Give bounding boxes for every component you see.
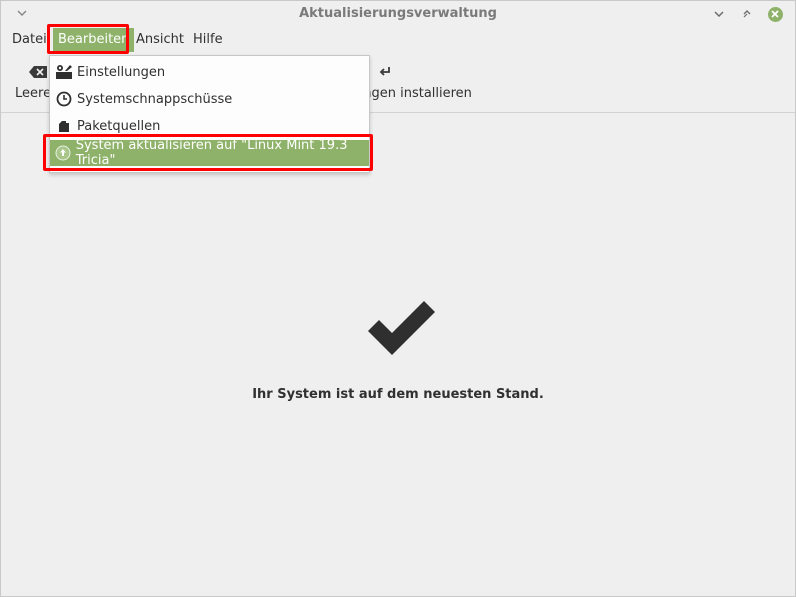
install-updates-button[interactable]: ungen installieren xyxy=(355,61,472,101)
minimize-button[interactable] xyxy=(711,6,727,22)
menu-item-preferences[interactable]: Einstellungen xyxy=(50,59,369,85)
menu-file[interactable]: Datei xyxy=(7,28,52,52)
menu-item-system-snapshots[interactable]: Systemschnappschüsse xyxy=(50,86,369,112)
title-bar: Aktualisierungsverwaltung xyxy=(1,1,795,27)
status-text: Ihr System ist auf dem neuesten Stand. xyxy=(252,387,544,402)
clear-icon xyxy=(27,61,48,83)
window-title: Aktualisierungsverwaltung xyxy=(299,6,497,21)
preferences-icon xyxy=(55,63,73,81)
install-icon xyxy=(355,61,472,83)
menu-item-software-sources[interactable]: Paketquellen xyxy=(50,113,369,139)
menu-view[interactable]: Ansicht xyxy=(131,28,189,52)
menu-help[interactable]: Hilfe xyxy=(188,28,228,52)
main-content: Ihr System ist auf dem neuesten Stand. xyxy=(1,113,795,596)
package-icon xyxy=(55,117,73,135)
close-button[interactable] xyxy=(767,6,783,22)
menu-item-upgrade-system[interactable]: System aktualisieren auf "Linux Mint 19.… xyxy=(50,138,369,168)
edit-menu-dropdown: Einstellungen Systemschnappschüsse Paket… xyxy=(49,55,370,173)
clock-icon xyxy=(55,90,73,108)
upgrade-arrow-icon xyxy=(55,144,72,162)
menu-edit[interactable]: Bearbeiten xyxy=(53,28,135,52)
maximize-button[interactable] xyxy=(739,6,755,22)
menu-bar: Datei Bearbeiten Ansicht Hilfe xyxy=(1,27,795,53)
checkmark-icon xyxy=(366,301,438,361)
menu-item-label: Paketquellen xyxy=(77,118,161,134)
close-icon xyxy=(767,6,783,22)
menu-item-label: System aktualisieren auf "Linux Mint 19.… xyxy=(75,138,348,168)
menu-item-label: Systemschnappschüsse xyxy=(77,91,233,107)
menu-item-label: Einstellungen xyxy=(77,64,166,80)
update-manager-window: Aktualisierungsverwaltung Datei Bearbeit… xyxy=(0,0,796,597)
install-label: ungen installieren xyxy=(355,86,472,101)
